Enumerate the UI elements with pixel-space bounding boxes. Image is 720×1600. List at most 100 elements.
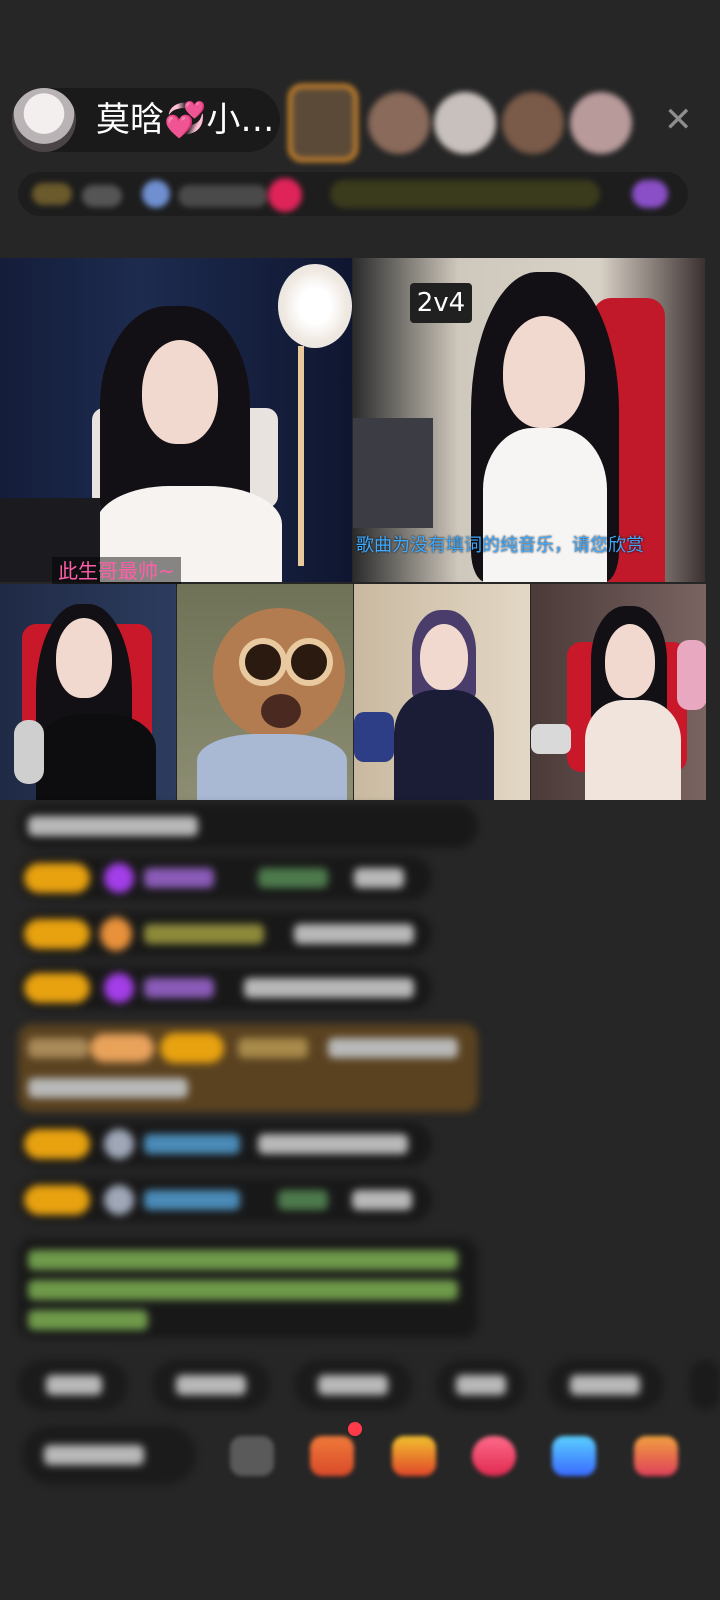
message-text (328, 1038, 458, 1058)
blurred-text (82, 185, 122, 207)
pk-mode-badge: 2v4 (410, 283, 472, 323)
host-name[interactable]: 莫晗💞小… (96, 100, 274, 140)
diamond-icon (104, 973, 134, 1003)
chat-message (18, 1122, 432, 1166)
microphone (531, 724, 571, 754)
message-text (354, 868, 404, 888)
face (56, 618, 112, 698)
tile-1-caption: 此生哥最帅~ (52, 557, 181, 585)
username[interactable] (144, 924, 264, 944)
lamp-pole (298, 346, 304, 566)
top (585, 700, 681, 800)
monkey-mouth (261, 694, 301, 728)
video-tile-1[interactable] (0, 258, 352, 582)
video-tile-4[interactable] (177, 584, 353, 800)
white-top (483, 428, 607, 582)
quick-reply-chip[interactable] (436, 1360, 526, 1410)
face (605, 624, 655, 698)
level-badge (160, 1033, 224, 1063)
message-text (352, 1190, 412, 1210)
message-text (28, 1078, 188, 1098)
shop-icon[interactable] (634, 1436, 678, 1476)
chat-message (18, 966, 432, 1010)
chat-message (18, 804, 478, 848)
level-badge (24, 863, 90, 893)
rank-badge (28, 1038, 88, 1058)
avatar-icon (104, 1129, 134, 1159)
studio-light (353, 418, 433, 528)
level-badge (24, 973, 90, 1003)
top-viewer-avatar[interactable] (288, 84, 358, 162)
viewer-avatar[interactable] (368, 92, 430, 154)
viewer-avatar[interactable] (434, 92, 496, 154)
quick-reply-chip[interactable] (548, 1360, 664, 1410)
message-text (258, 1134, 408, 1154)
message-text (28, 816, 198, 836)
quick-reply-chip[interactable] (18, 1360, 128, 1410)
tank-top (394, 690, 494, 800)
username[interactable] (278, 1190, 328, 1210)
viewer-avatar[interactable] (502, 92, 564, 154)
chip-text (318, 1375, 388, 1395)
medal-icon (142, 180, 170, 208)
host-avatar[interactable] (12, 88, 76, 152)
level-badge (24, 1129, 90, 1159)
chip-text (176, 1375, 246, 1395)
lucky-bag-icon[interactable] (392, 1436, 436, 1476)
username[interactable] (258, 868, 328, 888)
rank-badge (32, 183, 72, 205)
microphone (14, 720, 44, 784)
quick-reply-chip[interactable] (152, 1360, 270, 1410)
video-tile-3[interactable] (0, 584, 176, 800)
chat-message (18, 1178, 432, 1222)
quick-reply-chip[interactable] (690, 1360, 720, 1410)
follow-icon[interactable] (268, 178, 302, 212)
gift-box-icon[interactable] (310, 1436, 354, 1476)
chip-text (46, 1375, 102, 1395)
avatar-icon (104, 1185, 134, 1215)
video-tile-6[interactable] (531, 584, 706, 800)
username[interactable] (144, 978, 214, 998)
level-badge (24, 919, 90, 949)
game-icon[interactable] (552, 1436, 596, 1476)
comment-input[interactable] (22, 1426, 196, 1484)
message-text (294, 924, 414, 944)
black-top (36, 714, 156, 800)
username[interactable] (238, 1038, 308, 1058)
heart-icon[interactable] (472, 1436, 516, 1476)
level-badge (24, 1185, 90, 1215)
blurred-text (178, 185, 268, 207)
room-info-bar[interactable] (18, 172, 688, 216)
quick-reply-chip[interactable] (294, 1360, 412, 1410)
notice-text (28, 1310, 148, 1330)
monkey-eye (285, 638, 333, 686)
chat-message (18, 912, 432, 956)
highlighted-chat-message (18, 1024, 478, 1112)
tile-2-marquee: 歌曲为没有填词的纯音乐，请您欣赏 (356, 535, 644, 556)
viewer-avatar[interactable] (570, 92, 632, 154)
plush-toy (677, 640, 706, 710)
badge-icon (100, 917, 132, 951)
username[interactable] (144, 868, 214, 888)
shirt (197, 734, 347, 800)
system-notice (18, 1238, 478, 1338)
close-icon[interactable]: ✕ (664, 102, 693, 138)
username[interactable] (144, 1190, 240, 1210)
notice-text (28, 1280, 458, 1300)
chip-text (570, 1375, 640, 1395)
message-text (244, 978, 414, 998)
emoji-icon[interactable] (230, 1436, 274, 1476)
face (420, 624, 468, 690)
gift-icon[interactable] (632, 180, 668, 208)
chip-text (456, 1375, 506, 1395)
chair (354, 712, 394, 762)
chat-message (18, 856, 432, 900)
blurred-tags[interactable] (330, 180, 600, 208)
video-tile-5[interactable] (354, 584, 530, 800)
notification-dot (348, 1422, 362, 1436)
notice-text (28, 1250, 458, 1270)
username[interactable] (144, 1134, 240, 1154)
floor-lamp (278, 264, 352, 348)
face (503, 316, 585, 428)
face (142, 340, 218, 444)
